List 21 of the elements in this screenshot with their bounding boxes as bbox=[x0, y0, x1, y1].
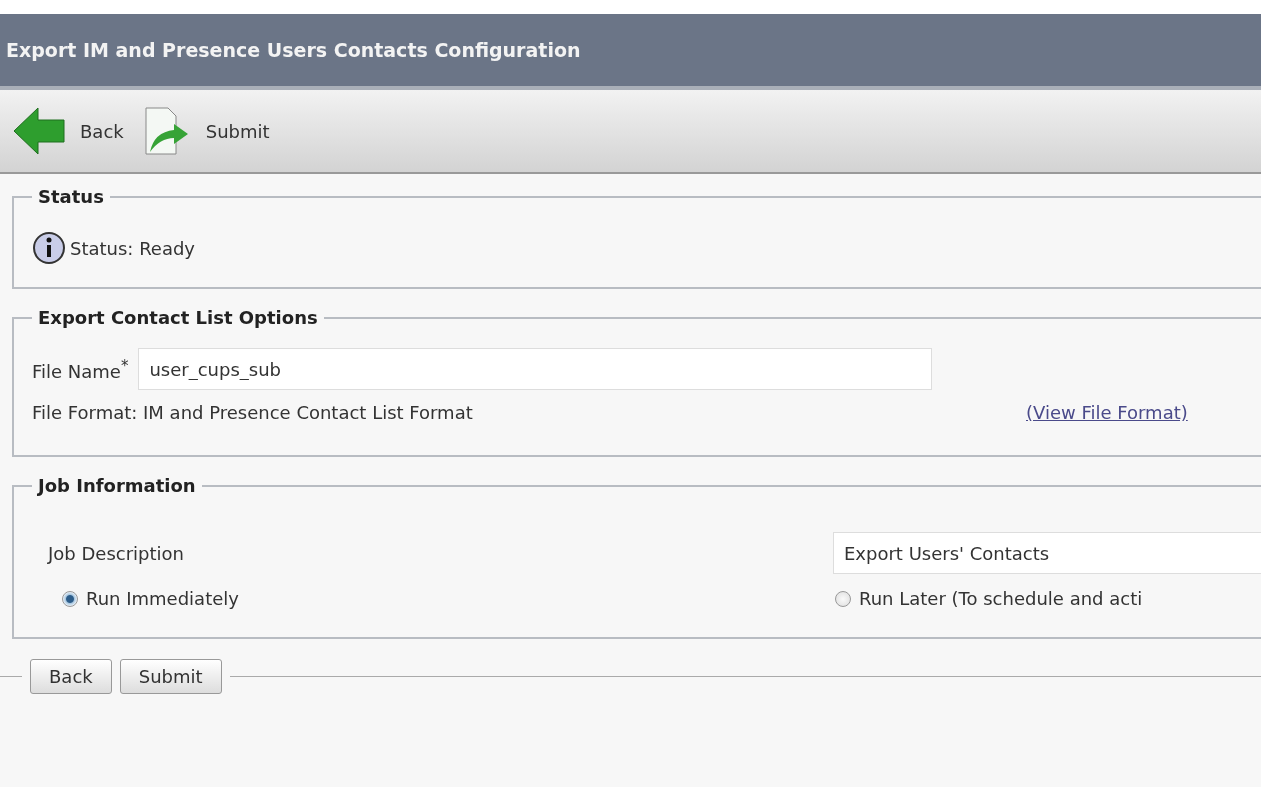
info-icon bbox=[32, 231, 66, 265]
arrow-left-icon bbox=[12, 106, 66, 156]
radio-label: Run Later (To schedule and acti bbox=[859, 588, 1143, 609]
section-title: Export Contact List Options bbox=[37, 307, 319, 328]
back-button[interactable]: Back bbox=[8, 106, 128, 156]
page-title: Export IM and Presence Users Contacts Configuration bbox=[0, 14, 1261, 90]
submit-button[interactable]: Submit bbox=[137, 106, 274, 156]
radio-label: Run Immediately bbox=[86, 588, 239, 609]
field-label: Job Description bbox=[48, 542, 185, 564]
status-text: Status: Ready bbox=[70, 237, 196, 259]
file-name-field[interactable]: user_cups_sub bbox=[138, 348, 933, 390]
job-description-field[interactable]: Export Users' Contacts bbox=[833, 532, 1261, 574]
field-label: File Name$^{*}$ bbox=[32, 356, 129, 382]
file-format-text: File Format: IM and Presence Contact List Format bbox=[32, 402, 474, 423]
radio-button[interactable] bbox=[62, 590, 78, 607]
submit-button[interactable]: Submit bbox=[119, 659, 222, 694]
section-title: Status bbox=[37, 186, 105, 207]
back-button[interactable]: Back bbox=[30, 659, 112, 694]
radio-button[interactable] bbox=[835, 590, 851, 607]
view-file-format-link[interactable]: (View File Format) bbox=[1026, 402, 1188, 423]
section-title: Job Information bbox=[36, 475, 197, 496]
